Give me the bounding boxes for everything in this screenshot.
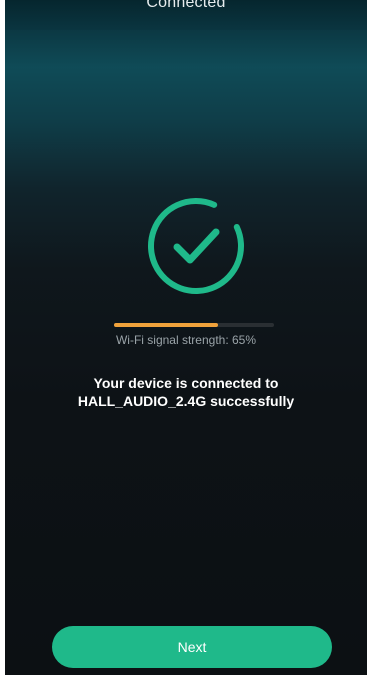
connection-message-line-2: HALL_AUDIO_2.4G successfully [77, 393, 295, 409]
connection-screen: Connected Wi-Fi signal strength: 65% You… [5, 0, 367, 675]
connection-message-line-1: Your device is connected to [93, 375, 279, 391]
header-bar: Connected [5, 0, 367, 30]
signal-strength-fill [114, 323, 218, 327]
signal-strength-label: Wi-Fi signal strength: 65% [115, 333, 257, 347]
connection-message: Your device is connected to HALL_AUDIO_2… [25, 374, 347, 410]
signal-strength-bar [114, 323, 274, 327]
page-title: Connected [146, 0, 226, 11]
next-button[interactable]: Next [52, 626, 332, 668]
check-circle-icon [148, 198, 244, 294]
